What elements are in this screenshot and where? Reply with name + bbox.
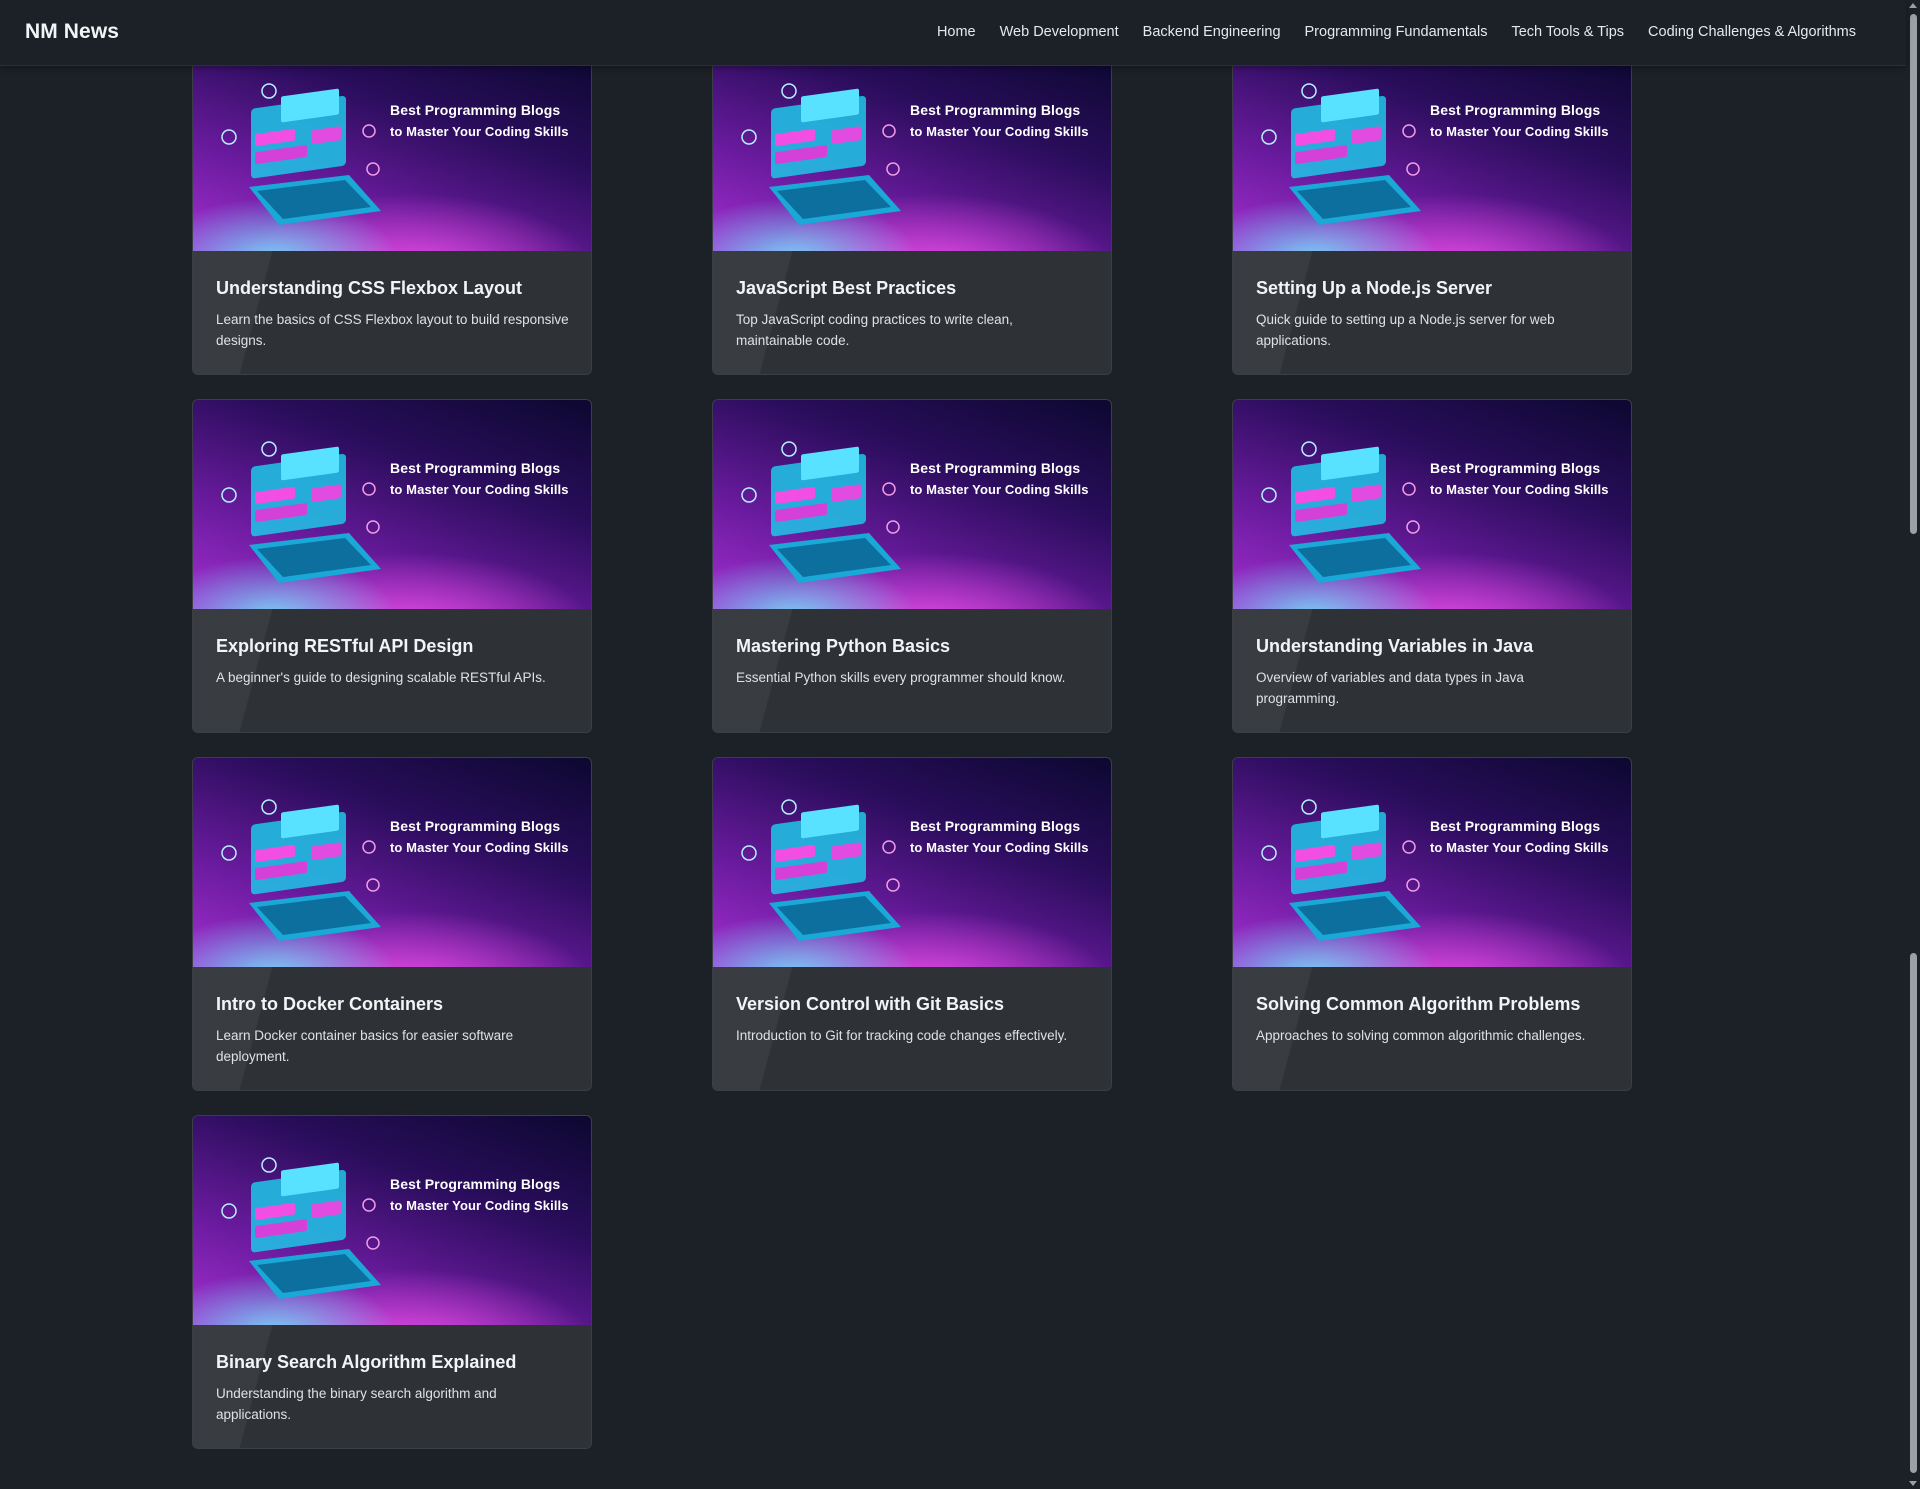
post-description: Learn Docker container basics for easier… [216, 1028, 514, 1064]
post-card-body: Solving Common Algorithm Problems Approa… [1233, 967, 1631, 1090]
thumbnail-subheadline: to Master Your Coding Skills [1430, 124, 1609, 139]
nav-home[interactable]: Home [937, 24, 976, 40]
post-description: Overview of variables and data types in … [1256, 670, 1524, 706]
thumbnail-subheadline: to Master Your Coding Skills [910, 482, 1089, 497]
thumbnail-headline: Best Programming Blogs [1430, 102, 1601, 118]
thumbnail-subheadline: to Master Your Coding Skills [390, 1198, 569, 1213]
post-card-body: Understanding Variables in Java Overview… [1233, 609, 1631, 732]
nav-backend-engineering[interactable]: Backend Engineering [1143, 24, 1281, 40]
post-title[interactable]: Intro to Docker Containers [216, 993, 569, 1015]
post-thumbnail: Best Programming Blogs to Master Your Co… [1233, 53, 1631, 251]
post-thumbnail: Best Programming Blogs to Master Your Co… [713, 758, 1111, 967]
thumbnail-subheadline: to Master Your Coding Skills [390, 124, 569, 139]
thumbnail-headline: Best Programming Blogs [910, 460, 1081, 476]
post-card[interactable]: Best Programming Blogs to Master Your Co… [712, 52, 1112, 375]
laptop-illustration-icon [741, 83, 901, 225]
laptop-illustration-icon [221, 1157, 381, 1299]
post-card-body: Understanding CSS Flexbox Layout Learn t… [193, 251, 591, 374]
post-description: Introduction to Git for tracking code ch… [736, 1028, 1068, 1043]
post-card[interactable]: Best Programming Blogs to Master Your Co… [1232, 399, 1632, 733]
post-thumbnail: Best Programming Blogs to Master Your Co… [1233, 400, 1631, 609]
post-description: Understanding the binary search algorith… [216, 1386, 497, 1422]
nav-programming-fundamentals[interactable]: Programming Fundamentals [1305, 24, 1488, 40]
post-card[interactable]: Best Programming Blogs to Master Your Co… [712, 399, 1112, 733]
post-thumbnail: Best Programming Blogs to Master Your Co… [193, 1116, 591, 1325]
thumbnail-headline: Best Programming Blogs [1430, 818, 1601, 834]
laptop-illustration-icon [1261, 441, 1421, 583]
post-thumbnail: Best Programming Blogs to Master Your Co… [713, 400, 1111, 609]
post-title[interactable]: Solving Common Algorithm Problems [1256, 993, 1609, 1015]
laptop-illustration-icon [741, 441, 901, 583]
post-title[interactable]: Understanding CSS Flexbox Layout [216, 277, 569, 299]
post-thumbnail: Best Programming Blogs to Master Your Co… [193, 400, 591, 609]
post-card-body: JavaScript Best Practices Top JavaScript… [713, 251, 1111, 374]
post-title[interactable]: Exploring RESTful API Design [216, 635, 569, 657]
scroll-down-arrow-icon[interactable] [1909, 1481, 1917, 1486]
post-card-body: Binary Search Algorithm Explained Unders… [193, 1325, 591, 1448]
nav-tech-tools-tips[interactable]: Tech Tools & Tips [1511, 24, 1624, 40]
post-description: Learn the basics of CSS Flexbox layout t… [216, 312, 569, 348]
laptop-illustration-icon [1261, 799, 1421, 941]
thumbnail-subheadline: to Master Your Coding Skills [1430, 482, 1609, 497]
post-thumbnail: Best Programming Blogs to Master Your Co… [713, 53, 1111, 251]
laptop-illustration-icon [1261, 83, 1421, 225]
nav-coding-challenges-algorithms[interactable]: Coding Challenges & Algorithms [1648, 24, 1856, 40]
scroll-up-arrow-icon[interactable] [1909, 3, 1917, 8]
post-title[interactable]: Understanding Variables in Java [1256, 635, 1609, 657]
post-thumbnail: Best Programming Blogs to Master Your Co… [1233, 758, 1631, 967]
laptop-illustration-icon [221, 83, 381, 225]
thumbnail-subheadline: to Master Your Coding Skills [910, 840, 1089, 855]
post-description: A beginner's guide to designing scalable… [216, 670, 546, 685]
post-card[interactable]: Best Programming Blogs to Master Your Co… [192, 52, 592, 375]
post-card[interactable]: Best Programming Blogs to Master Your Co… [712, 757, 1112, 1091]
post-description: Approaches to solving common algorithmic… [1256, 1028, 1586, 1043]
post-card-body: Setting Up a Node.js Server Quick guide … [1233, 251, 1631, 374]
thumbnail-subheadline: to Master Your Coding Skills [1430, 840, 1609, 855]
post-card[interactable]: Best Programming Blogs to Master Your Co… [192, 757, 592, 1091]
thumbnail-subheadline: to Master Your Coding Skills [390, 482, 569, 497]
post-title[interactable]: Binary Search Algorithm Explained [216, 1351, 569, 1373]
post-thumbnail: Best Programming Blogs to Master Your Co… [193, 53, 591, 251]
nav-web-development[interactable]: Web Development [1000, 24, 1119, 40]
post-title[interactable]: JavaScript Best Practices [736, 277, 1089, 299]
top-navbar: NM News Home Web Development Backend Eng… [0, 0, 1906, 66]
thumbnail-headline: Best Programming Blogs [1430, 460, 1601, 476]
post-card-body: Intro to Docker Containers Learn Docker … [193, 967, 591, 1090]
laptop-illustration-icon [741, 799, 901, 941]
thumbnail-headline: Best Programming Blogs [910, 102, 1081, 118]
thumbnail-headline: Best Programming Blogs [390, 1176, 561, 1192]
scrollbar-thumb[interactable] [1910, 953, 1917, 1473]
post-card[interactable]: Best Programming Blogs to Master Your Co… [1232, 52, 1632, 375]
thumbnail-headline: Best Programming Blogs [390, 102, 561, 118]
laptop-illustration-icon [221, 441, 381, 583]
thumbnail-subheadline: to Master Your Coding Skills [910, 124, 1089, 139]
page-scrollbar[interactable] [1906, 0, 1920, 1489]
post-card[interactable]: Best Programming Blogs to Master Your Co… [1232, 757, 1632, 1091]
post-grid: Best Programming Blogs to Master Your Co… [192, 52, 1632, 1449]
post-description: Quick guide to setting up a Node.js serv… [1256, 312, 1555, 348]
post-thumbnail: Best Programming Blogs to Master Your Co… [193, 758, 591, 967]
thumbnail-subheadline: to Master Your Coding Skills [390, 840, 569, 855]
post-title[interactable]: Setting Up a Node.js Server [1256, 277, 1609, 299]
thumbnail-headline: Best Programming Blogs [910, 818, 1081, 834]
post-card[interactable]: Best Programming Blogs to Master Your Co… [192, 1115, 592, 1449]
post-card-body: Exploring RESTful API Design A beginner'… [193, 609, 591, 732]
thumbnail-headline: Best Programming Blogs [390, 460, 561, 476]
main-nav: Home Web Development Backend Engineering… [937, 24, 1856, 40]
post-card-body: Version Control with Git Basics Introduc… [713, 967, 1111, 1090]
scrollbar-thumb[interactable] [1910, 14, 1917, 534]
post-title[interactable]: Version Control with Git Basics [736, 993, 1089, 1015]
thumbnail-headline: Best Programming Blogs [390, 818, 561, 834]
post-card-body: Mastering Python Basics Essential Python… [713, 609, 1111, 732]
post-description: Top JavaScript coding practices to write… [736, 312, 1013, 348]
post-title[interactable]: Mastering Python Basics [736, 635, 1089, 657]
post-card[interactable]: Best Programming Blogs to Master Your Co… [192, 399, 592, 733]
laptop-illustration-icon [221, 799, 381, 941]
site-brand[interactable]: NM News [25, 20, 119, 44]
post-description: Essential Python skills every programmer… [736, 670, 1066, 685]
